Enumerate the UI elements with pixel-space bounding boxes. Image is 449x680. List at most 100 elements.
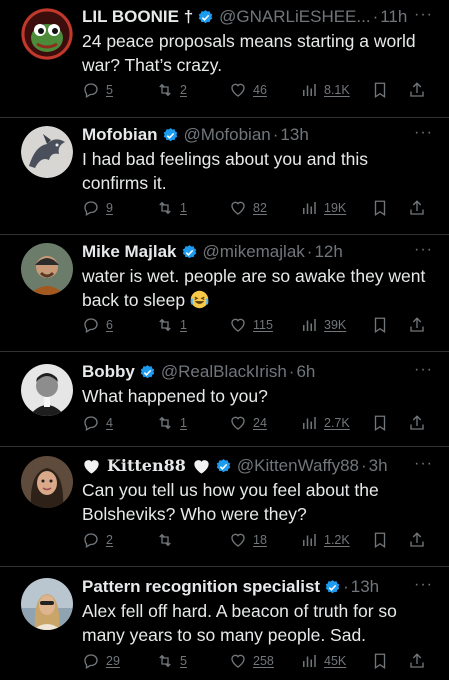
retweet-button[interactable] xyxy=(156,531,180,549)
heart-icon xyxy=(231,201,245,215)
more-options-icon[interactable]: ··· xyxy=(414,455,433,473)
reply-button[interactable]: 29 xyxy=(82,652,120,670)
user-handle[interactable]: @GNARLiESHEE... xyxy=(219,6,370,28)
dragon-avatar[interactable] xyxy=(21,126,73,178)
views-button[interactable]: 2.7K xyxy=(300,414,350,432)
more-options-icon[interactable]: ··· xyxy=(414,124,433,142)
tweet-text: What happened to you? xyxy=(82,386,268,406)
reply-button[interactable]: 6 xyxy=(82,316,113,334)
bookmark-button[interactable] xyxy=(371,81,389,99)
share-icon xyxy=(410,653,424,668)
reply-icon xyxy=(84,318,98,333)
views-button[interactable]: 19K xyxy=(300,199,346,217)
bookmark-button[interactable] xyxy=(371,199,389,217)
views-button[interactable]: 8.1K xyxy=(300,81,350,99)
reply-icon xyxy=(84,533,98,548)
view-count: 8.1K xyxy=(324,83,350,97)
tweet[interactable]: Mofobian @Mofobian · 13h ··· I had bad f… xyxy=(0,118,449,235)
timestamp[interactable]: 13h xyxy=(351,576,379,598)
action-bar: 29 5 258 45K xyxy=(82,652,429,674)
display-name[interactable]: Kitten88 xyxy=(107,455,186,477)
retweet-icon xyxy=(159,416,171,430)
user-handle[interactable]: @RealBlackIrish xyxy=(161,361,287,383)
bookmark-button[interactable] xyxy=(371,414,389,432)
verified-badge-icon xyxy=(163,127,177,141)
retweet-button[interactable]: 1 xyxy=(156,199,187,217)
tweet[interactable]: Mike Majlak @mikemajlak · 12h ··· water … xyxy=(0,235,449,352)
woman-in-sunglasses-avatar[interactable] xyxy=(21,578,73,630)
like-button[interactable]: 18 xyxy=(229,531,267,549)
retweet-button[interactable]: 1 xyxy=(156,316,187,334)
more-options-icon[interactable]: ··· xyxy=(414,6,433,24)
views-icon xyxy=(303,534,316,546)
bookmark-button[interactable] xyxy=(371,652,389,670)
reply-icon xyxy=(84,416,98,431)
views-button[interactable]: 1.2K xyxy=(300,531,350,549)
user-handle[interactable]: @mikemajlak xyxy=(203,241,305,263)
share-button[interactable] xyxy=(408,652,426,670)
tweet[interactable]: Pattern recognition specialist · 13h ···… xyxy=(0,567,449,680)
like-button[interactable]: 115 xyxy=(229,316,273,334)
timestamp[interactable]: 11h xyxy=(380,6,407,28)
display-name[interactable]: Pattern recognition specialist xyxy=(82,576,320,598)
reply-icon xyxy=(84,654,98,669)
timestamp[interactable]: 13h xyxy=(280,124,308,146)
retweet-button[interactable]: 1 xyxy=(156,414,187,432)
user-handle[interactable]: @KittenWaffy88 xyxy=(237,455,359,477)
reply-button[interactable]: 2 xyxy=(82,531,113,549)
pepe-frog-avatar[interactable] xyxy=(21,8,73,60)
share-button[interactable] xyxy=(408,316,426,334)
like-button[interactable]: 24 xyxy=(229,414,267,432)
display-name[interactable]: Mofobian xyxy=(82,124,158,146)
man-portrait-avatar[interactable] xyxy=(21,364,73,416)
user-handle[interactable]: @Mofobian xyxy=(184,124,271,146)
heart-icon xyxy=(231,83,245,97)
timestamp[interactable]: 3h xyxy=(369,455,388,477)
bookmark-icon xyxy=(374,317,386,334)
display-name[interactable]: LIL BOONIE † xyxy=(82,6,193,28)
timestamp[interactable]: 6h xyxy=(296,361,315,383)
retweet-button[interactable]: 2 xyxy=(156,81,187,99)
tweet[interactable]: Bobby @RealBlackIrish · 6h ··· What happ… xyxy=(0,352,449,447)
share-button[interactable] xyxy=(408,81,426,99)
like-count: 46 xyxy=(253,83,267,97)
reply-icon xyxy=(84,201,98,216)
view-count: 19K xyxy=(324,201,347,215)
timestamp[interactable]: 12h xyxy=(314,241,342,263)
views-button[interactable]: 39K xyxy=(300,316,346,334)
tweet[interactable]: Kitten88 @KittenWaffy88 · 3h ··· Can you… xyxy=(0,447,449,567)
share-button[interactable] xyxy=(408,199,426,217)
bookmark-button[interactable] xyxy=(371,531,389,549)
tweet[interactable]: LIL BOONIE † @GNARLiESHEE... · 11h ··· 2… xyxy=(0,0,449,118)
heart-icon xyxy=(231,318,245,332)
white-heart-icon xyxy=(194,459,209,474)
white-heart-icon xyxy=(84,459,99,474)
woman-avatar[interactable] xyxy=(21,456,73,508)
man-in-cap-avatar[interactable] xyxy=(21,243,73,295)
tweet-text: water is wet. people are so awake they w… xyxy=(82,264,435,312)
more-options-icon[interactable]: ··· xyxy=(414,361,433,379)
reply-button[interactable]: 5 xyxy=(82,81,113,99)
bookmark-button[interactable] xyxy=(371,316,389,334)
like-count: 115 xyxy=(253,318,273,332)
retweet-icon xyxy=(159,654,171,668)
like-button[interactable]: 258 xyxy=(229,652,274,670)
reply-count: 9 xyxy=(106,201,113,215)
display-name[interactable]: Mike Majlak xyxy=(82,241,177,263)
action-bar: 6 1 115 39K xyxy=(82,316,429,338)
more-options-icon[interactable]: ··· xyxy=(414,576,433,594)
display-name[interactable]: Bobby xyxy=(82,361,135,383)
like-button[interactable]: 46 xyxy=(229,81,267,99)
reply-button[interactable]: 4 xyxy=(82,414,113,432)
more-options-icon[interactable]: ··· xyxy=(414,241,433,259)
views-button[interactable]: 45K xyxy=(300,652,346,670)
like-button[interactable]: 82 xyxy=(229,199,267,217)
retweet-button[interactable]: 5 xyxy=(156,652,187,670)
tweet-text: Can you tell us how you feel about the B… xyxy=(82,480,379,524)
bookmark-icon xyxy=(374,82,386,99)
reply-count: 4 xyxy=(106,416,113,430)
reply-button[interactable]: 9 xyxy=(82,199,113,217)
like-count: 24 xyxy=(253,416,267,430)
share-button[interactable] xyxy=(408,531,426,549)
share-button[interactable] xyxy=(408,414,426,432)
